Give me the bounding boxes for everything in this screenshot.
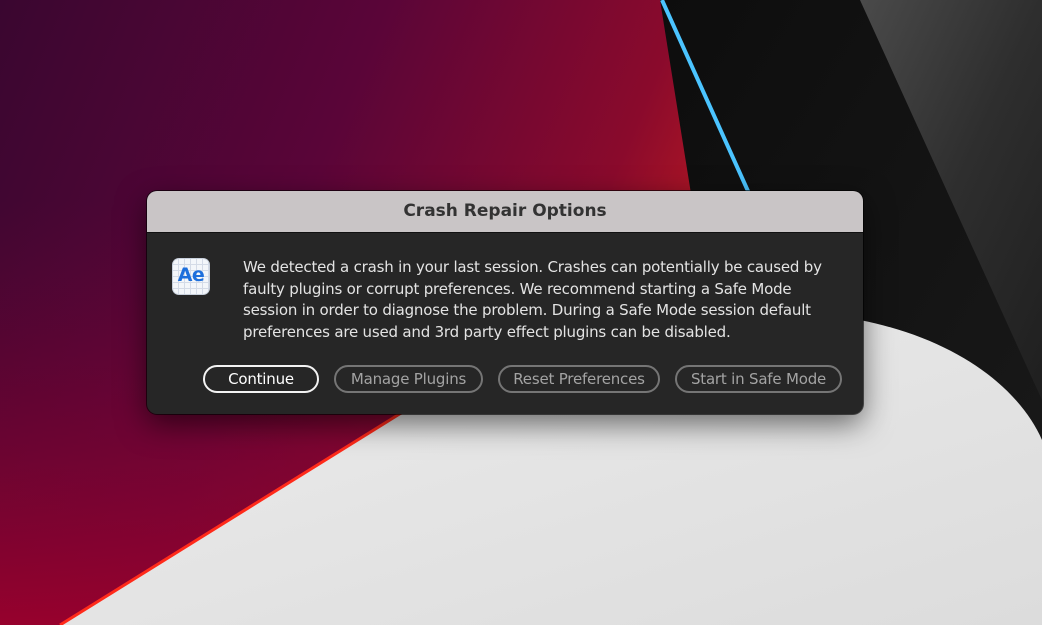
reset-preferences-button[interactable]: Reset Preferences — [498, 365, 660, 393]
dialog-titlebar: Crash Repair Options — [147, 191, 863, 233]
app-icon-label: Ae — [177, 264, 205, 286]
dialog-title: Crash Repair Options — [403, 201, 607, 221]
continue-button[interactable]: Continue — [203, 365, 319, 393]
manage-plugins-button[interactable]: Manage Plugins — [334, 365, 483, 393]
crash-repair-dialog: Crash Repair Options Ae We detected a cr… — [147, 191, 863, 414]
crash-message: We detected a crash in your last session… — [243, 258, 822, 342]
after-effects-app-icon: Ae — [172, 258, 210, 295]
start-safe-mode-button[interactable]: Start in Safe Mode — [675, 365, 842, 393]
desktop: Crash Repair Options Ae We detected a cr… — [0, 0, 1042, 625]
